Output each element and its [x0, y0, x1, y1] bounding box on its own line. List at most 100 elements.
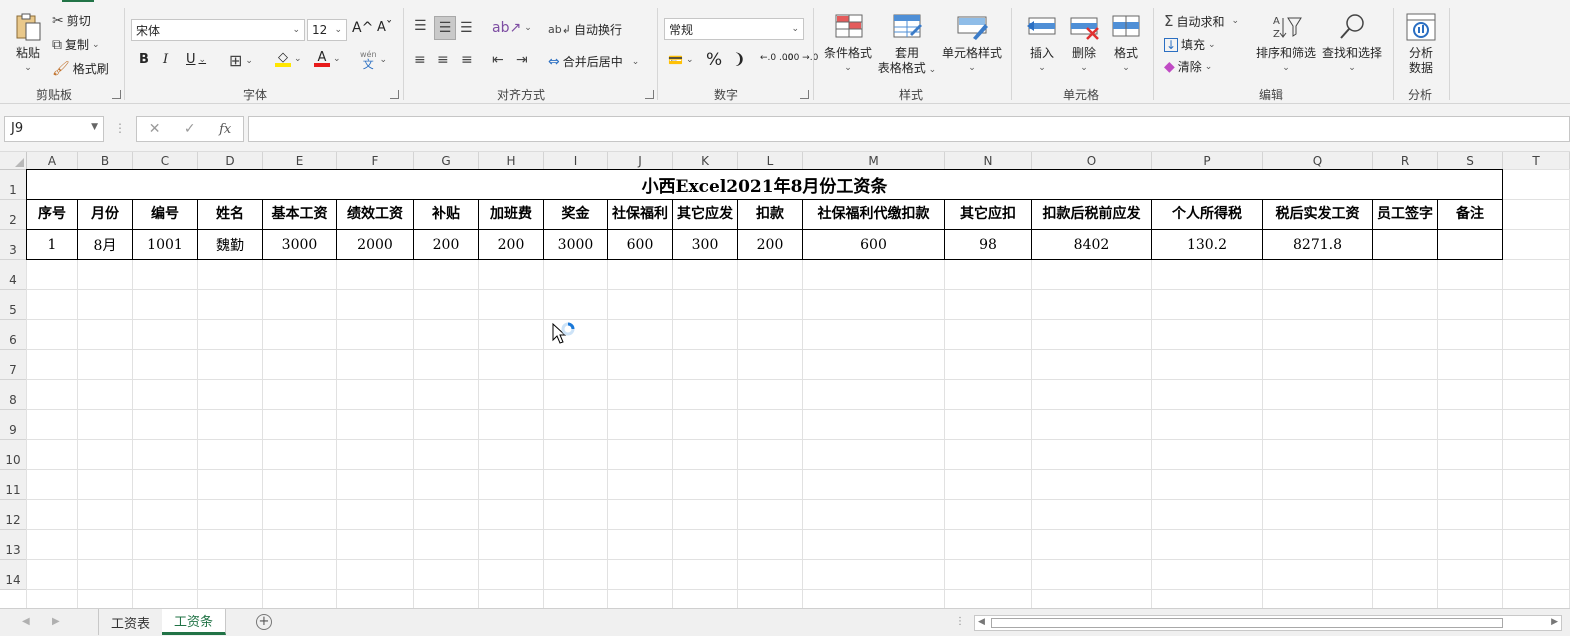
borders-button[interactable]: ⊞ ⌄ — [229, 51, 253, 70]
row-header-8[interactable]: 8 — [0, 380, 27, 410]
data-cell[interactable]: 3000 — [544, 230, 608, 260]
column-title-cell[interactable]: 扣款 — [738, 200, 803, 230]
data-cell[interactable]: 200 — [479, 230, 544, 260]
italic-button[interactable]: I — [163, 52, 168, 67]
scroll-right-icon[interactable]: ▶ — [1551, 617, 1558, 627]
row-header-4[interactable]: 4 — [0, 260, 27, 290]
data-cell[interactable]: 130.2 — [1152, 230, 1263, 260]
shrink-font-button[interactable]: Aˇ — [377, 20, 392, 35]
font-family-select[interactable]: 宋体 ⌄ — [131, 19, 305, 41]
underline-button[interactable]: U ⌄ — [186, 52, 206, 67]
column-header-S[interactable]: S — [1438, 152, 1503, 170]
data-cell[interactable]: 8月 — [78, 230, 133, 260]
chevron-left-icon[interactable]: ◀ — [22, 616, 30, 627]
row-header-7[interactable]: 7 — [0, 350, 27, 380]
sheet-tab-salary-table[interactable]: 工资表 — [98, 609, 164, 635]
data-cell[interactable]: 600 — [608, 230, 673, 260]
data-cell[interactable]: 300 — [673, 230, 738, 260]
chevron-right-icon[interactable]: ▶ — [52, 616, 60, 627]
enter-icon[interactable]: ✓ — [184, 121, 196, 137]
column-title-cell[interactable]: 员工签字 — [1373, 200, 1438, 230]
column-header-G[interactable]: G — [414, 152, 479, 170]
conditional-format-button[interactable]: 条件格式 ⌄ — [820, 12, 876, 76]
data-cell[interactable]: 600 — [803, 230, 945, 260]
column-header-H[interactable]: H — [479, 152, 544, 170]
row-header-6[interactable]: 6 — [0, 320, 27, 350]
chevron-down-icon[interactable]: ▼ — [91, 122, 98, 132]
row-header-5[interactable]: 5 — [0, 290, 27, 320]
align-middle-button[interactable]: ☰ — [434, 16, 456, 40]
column-title-cell[interactable]: 扣款后税前应发 — [1032, 200, 1152, 230]
analyze-data-button[interactable]: 分析 数据 — [1402, 12, 1440, 76]
increase-indent-button[interactable]: ⇥ — [516, 52, 528, 68]
row-header-9[interactable]: 9 — [0, 410, 27, 440]
column-title-cell[interactable]: 税后实发工资 — [1263, 200, 1373, 230]
column-header-A[interactable]: A — [27, 152, 78, 170]
column-title-cell[interactable]: 补贴 — [414, 200, 479, 230]
clipboard-launcher-icon[interactable] — [112, 90, 121, 99]
column-title-cell[interactable]: 备注 — [1438, 200, 1503, 230]
data-cell[interactable]: 8402 — [1032, 230, 1152, 260]
data-cell[interactable]: 8271.8 — [1263, 230, 1373, 260]
data-cell[interactable] — [1438, 230, 1503, 260]
row-header-3[interactable]: 3 — [0, 230, 27, 260]
format-as-table-button[interactable]: 套用 表格格式 ⌄ — [876, 12, 938, 78]
column-title-cell[interactable]: 序号 — [26, 200, 78, 230]
bold-button[interactable]: B — [139, 52, 149, 67]
horizontal-scrollbar[interactable]: ◀ ▶ — [974, 615, 1562, 631]
column-header-L[interactable]: L — [738, 152, 803, 170]
sort-filter-button[interactable]: A Z 排序和筛选 ⌄ — [1254, 12, 1318, 76]
column-header-I[interactable]: I — [544, 152, 608, 170]
number-format-select[interactable]: 常规 ⌄ — [664, 18, 804, 40]
grow-font-button[interactable]: A^ — [352, 20, 373, 36]
column-title-cell[interactable]: 奖金 — [544, 200, 608, 230]
row-header-1[interactable]: 1 — [0, 170, 27, 200]
insert-function-icon[interactable]: fx — [219, 122, 231, 137]
column-header-C[interactable]: C — [133, 152, 198, 170]
row-header-11[interactable]: 11 — [0, 470, 27, 500]
column-header-J[interactable]: J — [608, 152, 673, 170]
formula-input[interactable] — [248, 116, 1570, 142]
column-title-cell[interactable]: 姓名 — [198, 200, 263, 230]
column-header-K[interactable]: K — [673, 152, 738, 170]
data-cell[interactable]: 3000 — [263, 230, 337, 260]
data-cell[interactable]: 200 — [738, 230, 803, 260]
sheet-title[interactable]: 小西Excel2021年8月份工资条 — [26, 169, 1503, 200]
autosum-button[interactable]: Σ 自动求和 ⌄ — [1164, 12, 1239, 30]
align-left-button[interactable]: ≡ — [414, 52, 426, 68]
format-cells-button[interactable]: 格式 ⌄ — [1106, 12, 1146, 76]
column-header-D[interactable]: D — [198, 152, 263, 170]
percent-button[interactable]: % — [706, 50, 722, 70]
column-title-cell[interactable]: 其它应发 — [673, 200, 738, 230]
merge-center-button[interactable]: ⇔ 合并后居中 ⌄ — [548, 53, 639, 70]
number-launcher-icon[interactable] — [800, 90, 809, 99]
column-title-cell[interactable]: 编号 — [133, 200, 198, 230]
column-header-F[interactable]: F — [337, 152, 414, 170]
column-title-cell[interactable]: 其它应扣 — [945, 200, 1032, 230]
column-header-R[interactable]: R — [1373, 152, 1438, 170]
font-size-select[interactable]: 12 ⌄ — [307, 19, 347, 41]
fill-color-button[interactable]: ◇ ⌄ — [275, 50, 302, 67]
worksheet-grid[interactable]: ABCDEFGHIJKLMNOPQRST 1 2 3 4 5 6 7 8 9 10 11 12 13 14… — [0, 152, 1570, 608]
cut-button[interactable]: ✂ 剪切 — [52, 12, 91, 29]
column-header-N[interactable]: N — [945, 152, 1032, 170]
align-right-button[interactable]: ≡ — [461, 52, 473, 68]
format-painter-button[interactable]: 🖌 格式刷 — [52, 60, 109, 77]
clear-button[interactable]: ◆ 清除 ⌄ — [1164, 58, 1212, 75]
font-launcher-icon[interactable] — [390, 90, 399, 99]
column-header-O[interactable]: O — [1032, 152, 1152, 170]
copy-dropdown-icon[interactable]: ⌄ — [92, 40, 100, 50]
column-title-cell[interactable]: 加班费 — [479, 200, 544, 230]
row-header-13[interactable]: 13 — [0, 530, 27, 560]
column-header-P[interactable]: P — [1152, 152, 1263, 170]
add-sheet-button[interactable]: + — [256, 614, 272, 630]
font-color-button[interactable]: A ⌄ — [314, 50, 341, 67]
phonetic-button[interactable]: wén 文 ⌄ — [360, 50, 387, 70]
align-bottom-button[interactable]: ☰ — [460, 20, 473, 36]
cell-styles-button[interactable]: 单元格样式 ⌄ — [940, 12, 1004, 76]
column-title-cell[interactable]: 绩效工资 — [337, 200, 414, 230]
data-cell[interactable]: 200 — [414, 230, 479, 260]
copy-button[interactable]: ⧉ 复制 ⌄ — [52, 36, 100, 53]
comma-style-button[interactable]: ❩ — [733, 50, 746, 68]
sheet-tab-payslip[interactable]: 工资条 — [162, 609, 227, 635]
